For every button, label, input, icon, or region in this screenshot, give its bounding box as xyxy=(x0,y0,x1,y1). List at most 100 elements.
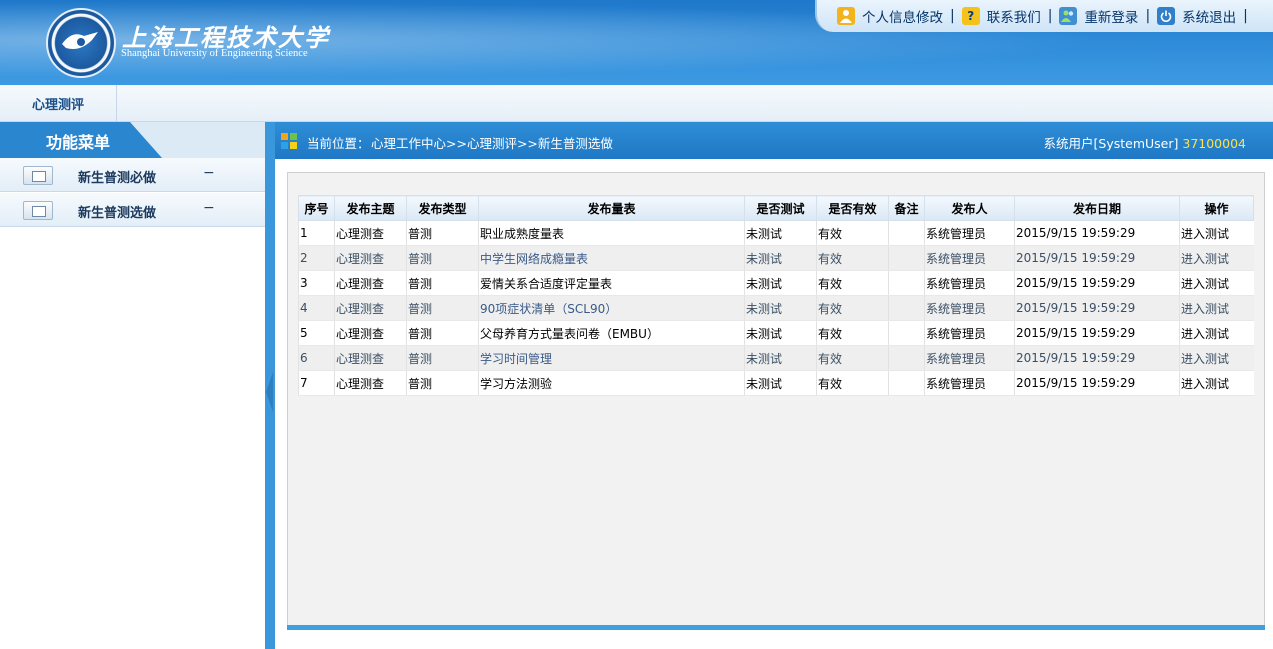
table-cell xyxy=(888,245,925,271)
relogin-link[interactable]: 重新登录 xyxy=(1059,6,1138,26)
users-icon xyxy=(1059,7,1078,25)
table-cell: 有效 xyxy=(816,245,889,271)
table-cell xyxy=(888,270,925,296)
module-tab-psych-eval[interactable]: 心理测评 xyxy=(0,85,117,122)
logout-label: 系统退出 xyxy=(1182,10,1237,26)
enter-test-link[interactable]: 进入测试 xyxy=(1179,245,1254,271)
logout-link[interactable]: 系统退出 xyxy=(1157,6,1236,26)
location-icon xyxy=(281,133,297,149)
nav-separator: | xyxy=(1243,8,1248,24)
list-panel: 序号 发布主题 发布类型 发布量表 是否测试 是否有效 备注 发布人 发布日期 … xyxy=(287,172,1265,629)
table-body: 1 心理测查 普测 职业成熟度量表 未测试 有效 系统管理员 2015/9/15 19:59:… xyxy=(298,220,1254,396)
test-list-table: 序号 发布主题 发布类型 发布量表 是否测试 是否有效 备注 发布人 发布日期 … xyxy=(298,195,1254,396)
collapse-toggle[interactable]: − xyxy=(203,165,215,181)
nav-separator: | xyxy=(1047,8,1053,24)
table-cell: 未测试 xyxy=(744,345,817,371)
table-cell: 2015/9/15 19:59:29 xyxy=(1014,270,1180,296)
table-row: 3 心理测查 普测 爱情关系合适度评定量表 未测试 有效 系统管理员 2015/9/15 19… xyxy=(298,270,1254,296)
table-cell: 5 xyxy=(298,320,335,346)
enter-test-link[interactable]: 进入测试 xyxy=(1179,270,1254,296)
table-cell: 有效 xyxy=(816,370,889,396)
table-cell: 职业成熟度量表 xyxy=(478,220,745,246)
table-cell: 普测 xyxy=(406,220,479,246)
collapse-toggle[interactable]: − xyxy=(203,200,215,216)
table-cell: 学习时间管理 xyxy=(478,345,745,371)
table-cell: 1 xyxy=(298,220,335,246)
form-icon xyxy=(23,201,53,220)
contact-us-link[interactable]: ? 联系我们 xyxy=(961,6,1041,26)
table-cell: 2015/9/15 19:59:29 xyxy=(1014,370,1180,396)
main-content: 当前位置： 心理工作中心>>心理测评>>新生普测选做 系统用户[SystemUs… xyxy=(275,122,1273,649)
table-cell: 心理测查 xyxy=(334,270,407,296)
col-header: 发布量表 xyxy=(478,195,745,221)
table-cell: 普测 xyxy=(406,320,479,346)
table-cell: 系统管理员 xyxy=(924,220,1015,246)
table-cell: 普测 xyxy=(406,345,479,371)
table-cell: 系统管理员 xyxy=(924,245,1015,271)
enter-test-link[interactable]: 进入测试 xyxy=(1179,220,1254,246)
col-header: 发布人 xyxy=(924,195,1015,221)
nav-separator: | xyxy=(1145,8,1151,24)
table-cell xyxy=(888,345,925,371)
panel-bottom-bar xyxy=(287,625,1265,630)
sidebar-item-label: 新生普测选做 xyxy=(78,206,157,221)
table-row: 1 心理测查 普测 职业成熟度量表 未测试 有效 系统管理员 2015/9/15 19:59:… xyxy=(298,220,1254,246)
table-cell: 未测试 xyxy=(744,220,817,246)
enter-test-link[interactable]: 进入测试 xyxy=(1179,320,1254,346)
table-cell: 学习方法测验 xyxy=(478,370,745,396)
power-icon xyxy=(1157,7,1176,25)
table-cell: 未测试 xyxy=(744,270,817,296)
table-cell: 心理测查 xyxy=(334,220,407,246)
table-cell: 有效 xyxy=(816,220,889,246)
relogin-label: 重新登录 xyxy=(1084,10,1139,26)
table-cell: 未测试 xyxy=(744,320,817,346)
university-name-en: Shanghai University of Engineering Scien… xyxy=(121,48,308,59)
table-cell xyxy=(888,370,925,396)
col-header: 发布主题 xyxy=(334,195,407,221)
col-header: 是否测试 xyxy=(744,195,817,221)
table-cell: 3 xyxy=(298,270,335,296)
table-cell: 有效 xyxy=(816,295,889,321)
col-header: 是否有效 xyxy=(816,195,889,221)
sidebar-item-required-test[interactable]: 新生普测必做 − xyxy=(0,158,265,192)
sidebar-item-label: 新生普测必做 xyxy=(78,171,157,186)
enter-test-link[interactable]: 进入测试 xyxy=(1179,370,1254,396)
sidebar-title: 功能菜单 xyxy=(46,133,111,152)
table-cell: 有效 xyxy=(816,345,889,371)
table-row: 2 心理测查 普测 中学生网络成瘾量表 未测试 有效 系统管理员 2015/9/15 19:5… xyxy=(298,245,1254,271)
enter-test-link[interactable]: 进入测试 xyxy=(1179,295,1254,321)
table-cell: 4 xyxy=(298,295,335,321)
table-row: 7 心理测查 普测 学习方法测验 未测试 有效 系统管理员 2015/9/15 19:59:2… xyxy=(298,370,1254,396)
table-cell: 系统管理员 xyxy=(924,295,1015,321)
table-cell: 心理测查 xyxy=(334,345,407,371)
table-cell: 心理测查 xyxy=(334,295,407,321)
breadcrumb: 心理工作中心>>心理测评>>新生普测选做 xyxy=(371,136,613,151)
table-cell: 2015/9/15 19:59:29 xyxy=(1014,345,1180,371)
table-row: 5 心理测查 普测 父母养育方式量表问卷（EMBU） 未测试 有效 系统管理员 2015/9/… xyxy=(298,320,1254,346)
table-cell xyxy=(888,320,925,346)
top-nav: 个人信息修改 | ? 联系我们 | 重新登录 | 系统退出 | xyxy=(815,0,1273,32)
table-cell: 父母养育方式量表问卷（EMBU） xyxy=(478,320,745,346)
table-cell: 有效 xyxy=(816,270,889,296)
user-icon xyxy=(837,7,855,25)
table-cell: 系统管理员 xyxy=(924,345,1015,371)
col-header: 发布日期 xyxy=(1014,195,1180,221)
edit-profile-link[interactable]: 个人信息修改 xyxy=(837,6,943,26)
table-cell: 普测 xyxy=(406,245,479,271)
table-row: 4 心理测查 普测 90项症状清单（SCL90） 未测试 有效 系统管理员 2015/9/15… xyxy=(298,295,1254,321)
table-header-row: 序号 发布主题 发布类型 发布量表 是否测试 是否有效 备注 发布人 发布日期 … xyxy=(298,195,1254,221)
col-header: 发布类型 xyxy=(406,195,479,221)
table-cell: 普测 xyxy=(406,270,479,296)
col-header: 备注 xyxy=(888,195,925,221)
table-cell: 系统管理员 xyxy=(924,370,1015,396)
enter-test-link[interactable]: 进入测试 xyxy=(1179,345,1254,371)
table-cell: 未测试 xyxy=(744,370,817,396)
help-icon: ? xyxy=(961,7,980,25)
sidebar-item-optional-test[interactable]: 新生普测选做 − xyxy=(0,193,265,227)
table-cell: 未测试 xyxy=(744,295,817,321)
table-row: 6 心理测查 普测 学习时间管理 未测试 有效 系统管理员 2015/9/15 19:59:2… xyxy=(298,345,1254,371)
col-header: 序号 xyxy=(298,195,335,221)
col-header: 操作 xyxy=(1179,195,1254,221)
table-cell: 2015/9/15 19:59:29 xyxy=(1014,320,1180,346)
table-cell: 2015/9/15 19:59:29 xyxy=(1014,245,1180,271)
